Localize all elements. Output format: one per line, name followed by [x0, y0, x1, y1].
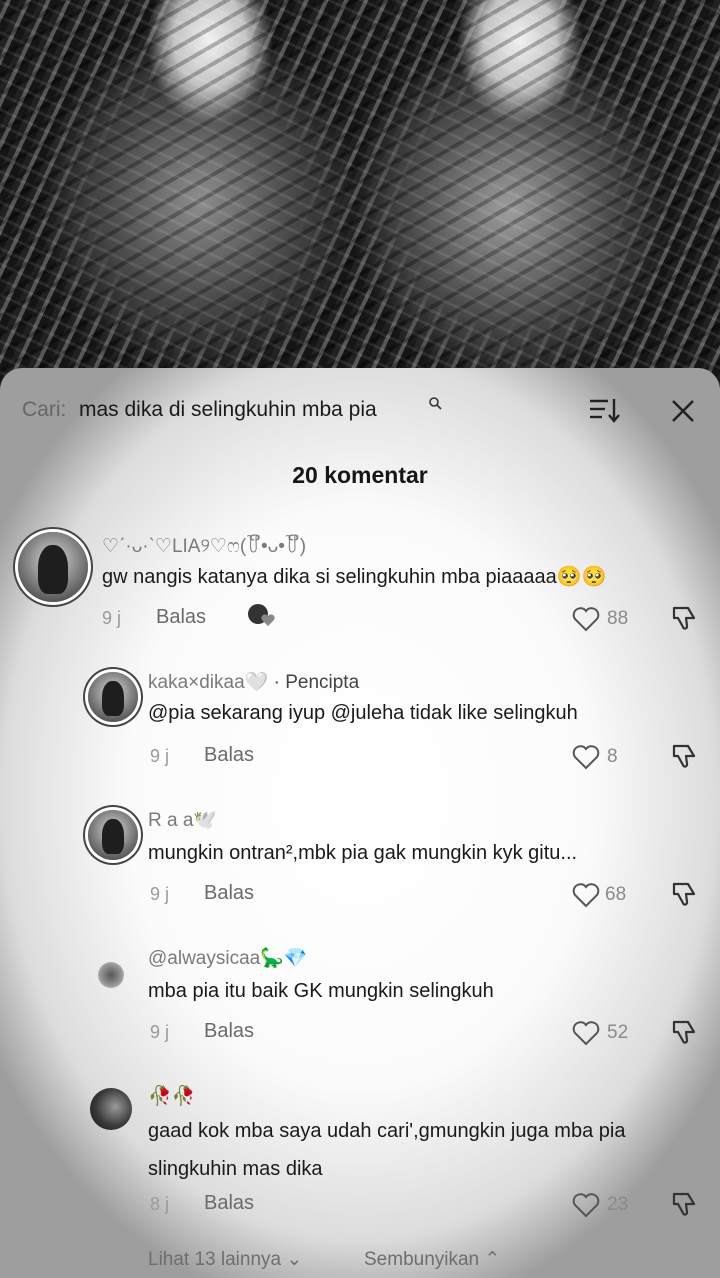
search-header: Cari: mas dika di selingkuhin mba pia — [0, 368, 720, 452]
avatar[interactable] — [88, 672, 138, 722]
dislike-icon[interactable] — [670, 742, 698, 770]
reply-item: kaka×dikaa🤍 · Pencipta @pia sekarang iyu… — [0, 668, 720, 778]
comment-sheet: Cari: mas dika di selingkuhin mba pia 20… — [0, 368, 720, 1278]
dislike-icon[interactable] — [670, 880, 698, 908]
hide-replies-button[interactable]: Sembunyikan ⌃ — [364, 1248, 500, 1271]
username-text: kaka×dikaa🤍 — [148, 672, 269, 693]
comment-time: 9 j — [150, 884, 170, 904]
search-icon — [429, 397, 442, 410]
heart-icon[interactable] — [572, 1020, 600, 1046]
close-icon[interactable] — [668, 396, 698, 426]
reply-item: R a a🕊️ mungkin ontran²,mbk pia gak mung… — [0, 806, 720, 916]
comment-text: gw nangis katanya dika si selingkuhin mb… — [102, 566, 607, 588]
comment-username[interactable]: ♡ˊ·ᴗ·ˋ♡LIA୨♡ෆ(꒦ິ•ᴗ•꒦ິ) — [102, 532, 306, 558]
comment-time: 9 j — [150, 746, 170, 766]
comment-username[interactable]: kaka×dikaa🤍 · Pencipta — [148, 670, 359, 694]
avatar[interactable] — [90, 1088, 132, 1130]
like-count: 68 — [605, 884, 627, 905]
avatar[interactable] — [98, 962, 124, 988]
heart-icon[interactable] — [572, 882, 600, 908]
like-count: 8 — [607, 746, 618, 767]
comment-username[interactable]: @alwaysicaa🦕💎 — [148, 946, 308, 970]
like-count: 23 — [607, 1194, 629, 1215]
comment-text-line1: gaad kok mba saya udah cari',gmungkin ju… — [148, 1120, 626, 1142]
comment-text: mungkin ontran²,mbk pia gak mungkin kyk … — [148, 842, 578, 864]
comment-username[interactable]: R a a🕊️ — [148, 808, 217, 832]
like-count: 88 — [607, 608, 629, 629]
dislike-icon[interactable] — [670, 604, 698, 632]
comment-time: 9 j — [150, 1022, 170, 1042]
comment-time: 8 j — [150, 1194, 170, 1214]
heart-icon[interactable] — [572, 606, 600, 632]
reply-button[interactable]: Balas — [156, 606, 206, 629]
comment-count-title: 20 komentar — [292, 462, 428, 488]
reply-button[interactable]: Balas — [204, 882, 254, 905]
comment-text-line2: slingkuhin mas dika — [148, 1158, 323, 1180]
comment-time: 9 j — [102, 608, 122, 628]
comment-item: ♡ˊ·ᴗ·ˋ♡LIA୨♡ෆ(꒦ິ•ᴗ•꒦ິ) gw nangis katanya… — [0, 528, 720, 638]
reply-item: @alwaysicaa🦕💎 mba pia itu baik GK mungki… — [0, 944, 720, 1054]
reply-item: 🥀🥀 gaad kok mba saya udah cari',gmungkin… — [0, 1082, 720, 1222]
comment-text: @pia sekarang iyup @juleha tidak like se… — [148, 702, 578, 724]
video-background[interactable] — [0, 0, 720, 420]
creator-liked-badge — [248, 604, 280, 628]
creator-badge: · Pencipta — [273, 672, 360, 693]
avatar[interactable] — [18, 532, 88, 602]
like-count: 52 — [607, 1022, 629, 1043]
dislike-icon[interactable] — [670, 1018, 698, 1046]
dislike-icon[interactable] — [670, 1190, 698, 1218]
heart-icon[interactable] — [572, 1192, 600, 1218]
heart-icon[interactable] — [572, 744, 600, 770]
reply-button[interactable]: Balas — [204, 744, 254, 767]
reply-button[interactable]: Balas — [204, 1020, 254, 1043]
comment-username[interactable]: 🥀🥀 — [148, 1084, 195, 1108]
avatar[interactable] — [88, 810, 138, 860]
view-more-replies-button[interactable]: Lihat 13 lainnya ⌄ — [148, 1248, 302, 1271]
search-label: Cari: — [22, 398, 67, 421]
search-query-link[interactable]: mas dika di selingkuhin mba pia — [79, 398, 377, 422]
comment-text: mba pia itu baik GK mungkin selingkuh — [148, 980, 494, 1002]
reply-button[interactable]: Balas — [204, 1192, 254, 1215]
sort-icon[interactable] — [588, 396, 622, 424]
